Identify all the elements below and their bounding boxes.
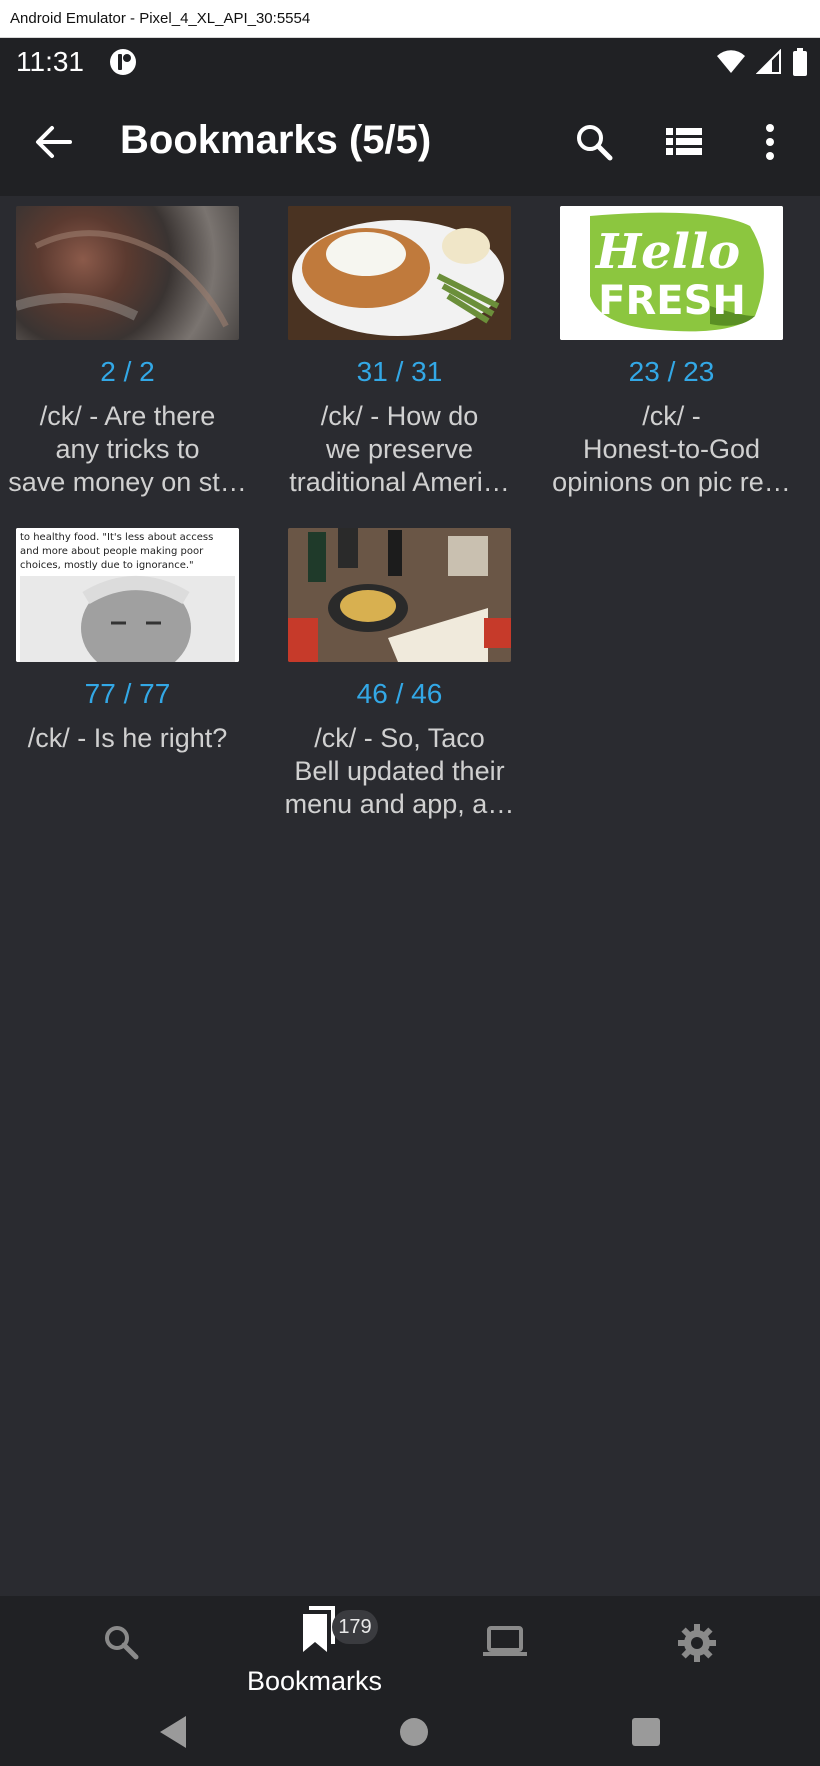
thread-count: 77 / 77	[84, 678, 171, 709]
nav-devices[interactable]	[402, 1596, 607, 1702]
battery-icon	[793, 48, 807, 76]
thread-title: /ck/ - Is he right?	[27, 723, 228, 753]
nav-search[interactable]	[18, 1596, 223, 1702]
wifi-icon	[717, 50, 745, 73]
nav-bookmarks[interactable]: 179 Bookmarks	[212, 1596, 417, 1702]
svg-text:and more about people making p: and more about people making poor	[20, 546, 204, 557]
status-bar: 11:31	[0, 38, 820, 86]
nav-bookmarks-label: Bookmarks	[246, 1666, 383, 1696]
list-view-icon[interactable]	[660, 118, 708, 166]
thread-title: /ck/ - So, Taco Bell updated their menu …	[284, 723, 515, 819]
more-options-icon[interactable]	[746, 118, 794, 166]
search-icon[interactable]	[570, 118, 618, 166]
thumbnail-image: Hello FRESH	[560, 206, 783, 340]
svg-text:to healthy food. "It's less ab: to healthy food. "It's less about access	[20, 532, 213, 543]
thread-count: 46 / 46	[356, 678, 443, 709]
gear-icon	[677, 1624, 716, 1662]
svg-text:Hello: Hello	[594, 224, 740, 280]
recents-square-icon[interactable]	[628, 1712, 664, 1752]
thumbnail-image	[16, 206, 239, 340]
thumbnail-image	[288, 206, 511, 340]
status-time: 11:31	[16, 46, 84, 77]
back-triangle-icon[interactable]	[154, 1712, 190, 1752]
thread-title: /ck/ - Are there any tricks to save mone…	[8, 401, 247, 497]
svg-text:choices, mostly due to ignoran: choices, mostly due to ignorance."	[20, 560, 194, 571]
signal-icon	[756, 49, 781, 74]
thumbnail-image: to healthy food. "It's less about access…	[16, 528, 239, 662]
nav-settings[interactable]	[594, 1596, 799, 1702]
status-icons	[716, 48, 808, 76]
app-notification-icon	[110, 49, 136, 75]
window-title: Android Emulator - Pixel_4_XL_API_30:555…	[10, 10, 311, 27]
home-circle-icon[interactable]	[394, 1712, 434, 1752]
thread-title: /ck/ - Honest-to-God opinions on pic re…	[552, 401, 791, 497]
search-icon	[104, 1626, 138, 1660]
thread-title: /ck/ - How do we preserve traditional Am…	[289, 401, 510, 497]
phone-screen: 11:31 Bookmarks (5/5) 2 / 2 /ck/ - Are t…	[0, 38, 820, 1766]
bookmarks-icon	[302, 1606, 335, 1652]
thread-count: 31 / 31	[356, 356, 443, 387]
thread-count: 23 / 23	[628, 356, 715, 387]
bottom-navigation: 179 Bookmarks	[0, 1596, 820, 1702]
system-navigation-bar	[0, 1702, 820, 1766]
bookmark-count-badge: 179	[332, 1610, 378, 1644]
back-arrow-icon[interactable]	[30, 118, 78, 166]
svg-text:FRESH: FRESH	[598, 278, 746, 324]
emulator-title-bar: Android Emulator - Pixel_4_XL_API_30:555…	[0, 0, 820, 38]
app-bar: Bookmarks (5/5)	[0, 86, 820, 196]
laptop-icon	[482, 1626, 527, 1656]
page-title: Bookmarks (5/5)	[120, 118, 432, 162]
thread-count: 2 / 2	[100, 356, 155, 387]
thumbnail-image	[288, 528, 511, 662]
bookmarks-grid: 2 / 2 /ck/ - Are there any tricks to sav…	[0, 196, 820, 1596]
